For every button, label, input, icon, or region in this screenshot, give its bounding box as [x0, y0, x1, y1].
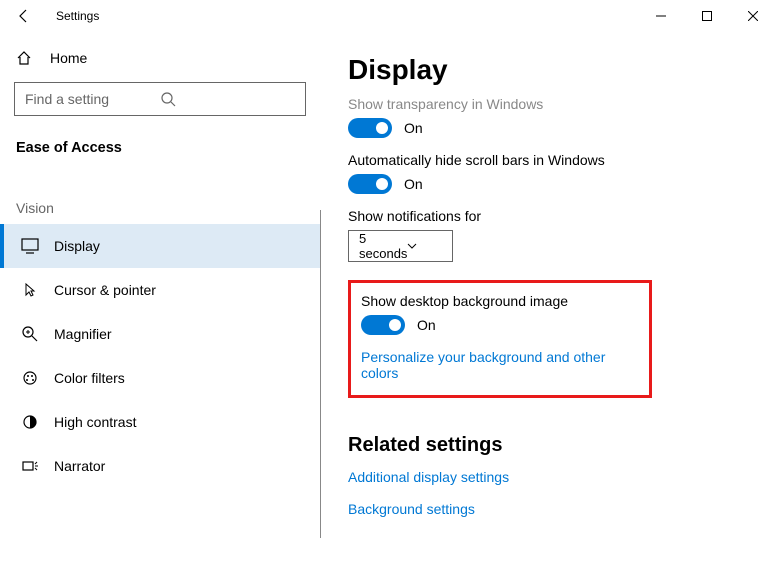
related-link-background[interactable]: Background settings: [348, 501, 776, 517]
window-controls: [638, 0, 776, 32]
cursor-icon: [20, 280, 40, 300]
search-icon: [160, 91, 295, 107]
sidebar: Home Find a setting Ease of Access Visio…: [0, 32, 320, 566]
minimize-button[interactable]: [638, 0, 684, 32]
related-link-display[interactable]: Additional display settings: [348, 469, 776, 485]
close-button[interactable]: [730, 0, 776, 32]
sidebar-item-label: Narrator: [54, 458, 105, 474]
scrollbars-state: On: [404, 176, 423, 192]
search-input[interactable]: Find a setting: [14, 82, 306, 116]
titlebar: Settings: [0, 0, 776, 32]
high-contrast-icon: [20, 412, 40, 432]
sidebar-item-label: Cursor & pointer: [54, 282, 156, 298]
scrollbars-toggle[interactable]: [348, 174, 392, 194]
page-title: Display: [348, 54, 776, 86]
sidebar-item-label: High contrast: [54, 414, 136, 430]
window-title: Settings: [56, 9, 99, 23]
sidebar-item-narrator[interactable]: Narrator: [0, 444, 320, 488]
sidebar-item-high-contrast[interactable]: High contrast: [0, 400, 320, 444]
group-label: Vision: [0, 164, 320, 224]
back-button[interactable]: [8, 0, 40, 32]
scrollbars-label: Automatically hide scroll bars in Window…: [348, 152, 776, 168]
desktop-bg-toggle-row: On: [361, 315, 637, 335]
transparency-toggle-row: On: [348, 118, 776, 138]
desktop-bg-label: Show desktop background image: [361, 293, 637, 309]
magnifier-icon: [20, 324, 40, 344]
notifications-value: 5 seconds: [359, 231, 407, 261]
related-heading: Related settings: [348, 434, 776, 457]
sidebar-item-label: Display: [54, 238, 100, 254]
home-label: Home: [50, 50, 87, 66]
desktop-bg-toggle[interactable]: [361, 315, 405, 335]
content: Display Show transparency in Windows On …: [320, 32, 776, 566]
sidebar-item-cursor-pointer[interactable]: Cursor & pointer: [0, 268, 320, 312]
sidebar-item-label: Magnifier: [54, 326, 112, 342]
home-button[interactable]: Home: [0, 40, 320, 76]
chevron-down-icon: [407, 241, 442, 251]
transparency-state: On: [404, 120, 423, 136]
sidebar-item-color-filters[interactable]: Color filters: [0, 356, 320, 400]
sidebar-item-display[interactable]: Display: [0, 224, 320, 268]
personalize-link[interactable]: Personalize your background and other co…: [361, 349, 637, 381]
search-placeholder: Find a setting: [25, 91, 160, 107]
highlight-box: Show desktop background image On Persona…: [348, 280, 652, 398]
transparency-label: Show transparency in Windows: [348, 96, 776, 112]
home-icon: [16, 50, 36, 66]
transparency-toggle[interactable]: [348, 118, 392, 138]
sidebar-item-label: Color filters: [54, 370, 125, 386]
notifications-label: Show notifications for: [348, 208, 776, 224]
monitor-icon: [20, 236, 40, 256]
maximize-button[interactable]: [684, 0, 730, 32]
color-filters-icon: [20, 368, 40, 388]
category-label: Ease of Access: [0, 130, 320, 164]
notifications-select[interactable]: 5 seconds: [348, 230, 453, 262]
desktop-bg-state: On: [417, 317, 436, 333]
sidebar-item-magnifier[interactable]: Magnifier: [0, 312, 320, 356]
scrollbars-toggle-row: On: [348, 174, 776, 194]
narrator-icon: [20, 456, 40, 476]
